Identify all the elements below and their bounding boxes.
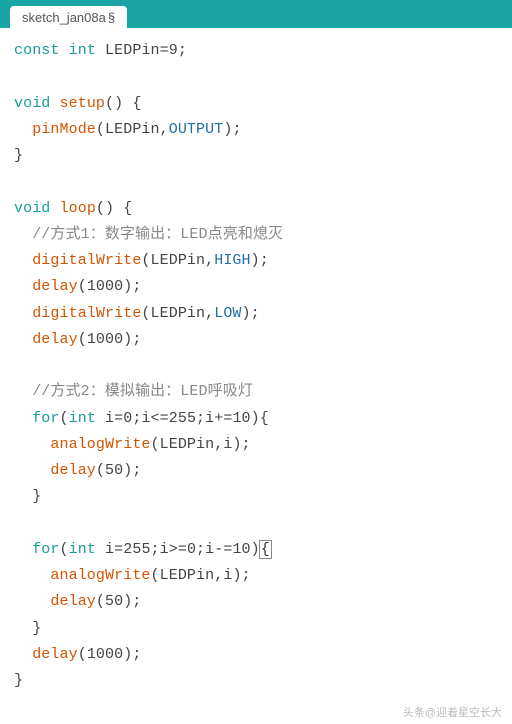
tab-filename: sketch_jan08a bbox=[22, 10, 106, 25]
file-tab[interactable]: sketch_jan08a § bbox=[10, 6, 127, 28]
code-text: () { bbox=[105, 95, 141, 112]
code-text: (1000); bbox=[78, 646, 142, 663]
keyword: int bbox=[69, 410, 96, 427]
function-name: pinMode bbox=[32, 121, 96, 138]
code-text: ); bbox=[223, 121, 241, 138]
function-name: loop bbox=[60, 200, 96, 217]
code-text: i=255;i>=0;i-=10) bbox=[96, 541, 260, 558]
code-text: (1000); bbox=[78, 278, 142, 295]
comment: //方式1：数字输出：LED点亮和熄灭 bbox=[32, 226, 283, 243]
function-name: analogWrite bbox=[50, 436, 150, 453]
function-name: delay bbox=[50, 462, 96, 479]
code-text: i=0;i<=255;i+=10){ bbox=[96, 410, 269, 427]
keyword: for bbox=[32, 410, 59, 427]
constant: LOW bbox=[214, 305, 241, 322]
code-text: ); bbox=[242, 305, 260, 322]
code-text: } bbox=[14, 147, 23, 164]
code-text: } bbox=[14, 672, 23, 689]
constant: OUTPUT bbox=[169, 121, 224, 138]
keyword: void bbox=[14, 95, 50, 112]
keyword: int bbox=[69, 541, 96, 558]
code-text: (50); bbox=[96, 462, 142, 479]
tab-modified-marker: § bbox=[108, 10, 115, 25]
keyword: int bbox=[69, 42, 96, 59]
code-text: (1000); bbox=[78, 331, 142, 348]
keyword: const bbox=[14, 42, 60, 59]
function-name: delay bbox=[32, 278, 78, 295]
function-name: digitalWrite bbox=[32, 252, 141, 269]
code-text: LEDPin=9; bbox=[96, 42, 187, 59]
constant: HIGH bbox=[214, 252, 250, 269]
function-name: setup bbox=[60, 95, 106, 112]
comment: //方式2：模拟输出：LED呼吸灯 bbox=[32, 383, 253, 400]
code-text: (LEDPin, bbox=[141, 252, 214, 269]
function-name: analogWrite bbox=[50, 567, 150, 584]
code-text: } bbox=[32, 488, 41, 505]
tab-bar: sketch_jan08a § bbox=[0, 0, 512, 28]
code-text: (LEDPin, bbox=[96, 121, 169, 138]
code-text: () { bbox=[96, 200, 132, 217]
code-text: (LEDPin, bbox=[141, 305, 214, 322]
code-text: (50); bbox=[96, 593, 142, 610]
keyword: for bbox=[32, 541, 59, 558]
code-text: (LEDPin,i); bbox=[151, 567, 251, 584]
code-text: (LEDPin,i); bbox=[151, 436, 251, 453]
code-text: ( bbox=[60, 541, 69, 558]
code-text: ); bbox=[251, 252, 269, 269]
cursor-highlight: { bbox=[259, 540, 272, 559]
code-editor[interactable]: const int LEDPin=9; void setup() { pinMo… bbox=[0, 28, 512, 700]
code-text: ( bbox=[60, 410, 69, 427]
keyword: void bbox=[14, 200, 50, 217]
code-text: } bbox=[32, 620, 41, 637]
function-name: delay bbox=[32, 331, 78, 348]
function-name: delay bbox=[50, 593, 96, 610]
function-name: digitalWrite bbox=[32, 305, 141, 322]
function-name: delay bbox=[32, 646, 78, 663]
watermark: 头条@迎着星空长大 bbox=[403, 704, 502, 720]
